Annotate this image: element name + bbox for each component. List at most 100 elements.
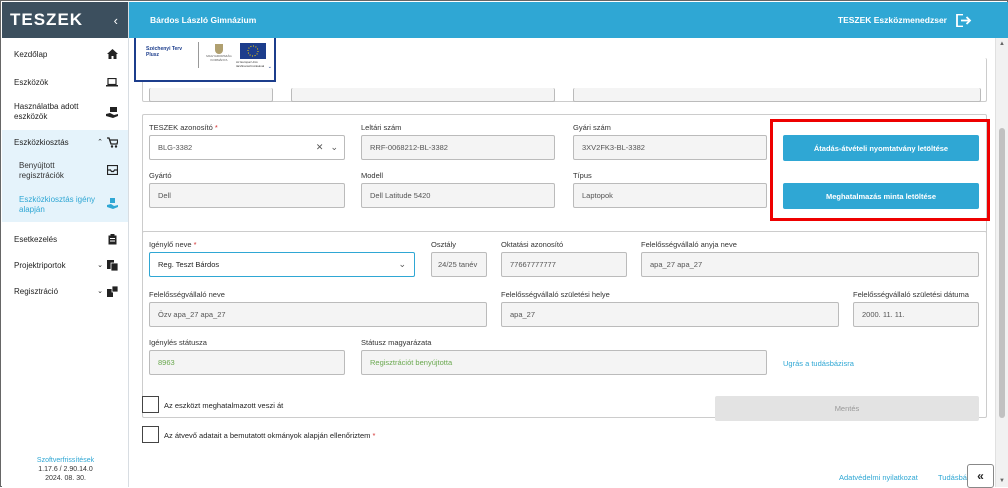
sidebar-item-label: Benyújtott regisztrációk (19, 161, 64, 180)
sidebar-item-icons: ⌃ (97, 136, 118, 148)
previous-field (149, 88, 273, 102)
sidebar-item-label: Projektriportok (14, 260, 66, 270)
teszek-id-select[interactable]: BLG-3382 ✕ ⌄ (149, 135, 345, 160)
guardian-name-field: Özv apa_27 apa_27 (149, 302, 487, 327)
applicant-name-label: Igénylő neve * (149, 240, 197, 249)
app-window: TESZEK ‹ Kezdőlap Eszközök Használatba a… (0, 0, 1008, 488)
guardian-birthdate-field: 2000. 11. 11. (853, 302, 979, 327)
privacy-link[interactable]: Adatvédelmi nyilatkozat (839, 473, 918, 482)
save-button[interactable]: Mentés (715, 396, 979, 421)
laptop-icon (106, 76, 118, 88)
previous-field (573, 88, 981, 102)
guardian-birthplace-field: apa_27 (501, 302, 839, 327)
sidebar-item-label: Regisztráció (14, 286, 59, 296)
sidebar-item-icons: ⌄ (97, 285, 118, 297)
model-field: Dell Latitude 5420 (361, 183, 555, 208)
guardian-name-label: Felelősségvállaló neve (149, 290, 225, 299)
home-icon (106, 48, 118, 60)
knowledge-base-link[interactable]: Ugrás a tudásbázisra (783, 359, 854, 368)
school-name: Bárdos László Gimnázium (150, 15, 257, 25)
applicant-name-select[interactable]: Reg. Teszt Bárdos ⌄ (149, 252, 415, 277)
scrollbar-thumb[interactable] (999, 128, 1005, 418)
szechenyi-logo: Széchenyi Terv Plusz (146, 46, 183, 58)
sidebar: TESZEK ‹ Kezdőlap Eszközök Használatba a… (2, 2, 129, 487)
scrollbar[interactable]: ▲ ▼ (995, 38, 1008, 487)
header-right: TESZEK Eszközmenedzser (837, 13, 972, 27)
highlight-box (770, 119, 990, 221)
guardian-mother-label: Felelősségvállaló anyja neve (641, 240, 737, 249)
applicant-name-value: Reg. Teszt Bárdos (158, 260, 220, 269)
software-updates-link[interactable]: Szoftverfrissítések (2, 456, 129, 465)
class-field: 24/25 tanév (431, 252, 487, 277)
sidebar-item-label: Esetkezelés (14, 234, 58, 244)
status-desc-label: Státusz magyarázata (361, 338, 432, 347)
eu-text: Az Európai Unió társfinanszírozásával (236, 60, 265, 68)
previous-field (291, 88, 555, 102)
knowledge-base-footer-link[interactable]: Tudásbá (938, 473, 967, 482)
type-label: Típus (573, 171, 592, 180)
status-label: Igénylés státusza (149, 338, 207, 347)
chevron-down-icon: ⌄ (97, 262, 103, 269)
edu-id-field: 77667777777 (501, 252, 627, 277)
sidebar-item-eszkozkiosztas[interactable]: Eszközkiosztás ⌃ (2, 130, 128, 154)
authorized-checkbox[interactable] (142, 396, 159, 413)
chevron-down-icon[interactable]: ⌄ (330, 142, 338, 153)
inventory-label: Leltári szám (361, 123, 402, 132)
status-field: 8963 (149, 350, 345, 375)
chevron-up-icon: ⌃ (97, 139, 103, 146)
sidebar-item-hasznalatba-adott[interactable]: Használatba adott eszközök (2, 94, 128, 130)
version-text: 1.17.6 / 2.90.14.0 (38, 466, 93, 473)
double-chevron-down-icon[interactable]: ⌄ (268, 64, 272, 70)
inventory-field: RRF-0068212-BL-3382 (361, 135, 555, 160)
verified-checkbox[interactable] (142, 426, 159, 443)
ministry-logo: MAGYARORSZÁG KORMÁNYA (202, 44, 236, 62)
guardian-birthdate-label: Felelősségvállaló születési dátuma (853, 290, 969, 299)
funding-logos: Széchenyi Terv Plusz MAGYARORSZÁG KORMÁN… (134, 38, 276, 82)
guardian-birthplace-label: Felelősségvállaló születési helye (501, 290, 610, 299)
edu-id-label: Oktatási azonosító (501, 240, 564, 249)
sidebar-item-label: Eszközkiosztás (14, 137, 69, 147)
hand-gift-icon (107, 198, 118, 212)
clear-icon[interactable]: ✕ (316, 142, 324, 153)
logout-icon[interactable] (956, 13, 972, 27)
sidebar-item-label: Kezdőlap (14, 49, 48, 59)
sidebar-item-benyujtott-regisztraciok[interactable]: Benyújtott regisztrációk (2, 154, 128, 188)
chevron-down-icon[interactable]: ⌄ (398, 259, 406, 270)
select-controls: ✕ ⌄ (316, 142, 338, 153)
version-date: 2024. 08. 30. (45, 475, 86, 482)
top-header: Bárdos László Gimnázium TESZEK Eszközmen… (129, 2, 1008, 38)
coat-of-arms-icon (215, 44, 223, 54)
collapse-button[interactable]: « (967, 464, 994, 488)
sidebar-item-esetkezeles[interactable]: Esetkezelés (2, 226, 128, 252)
chevron-down-icon: ⌄ (97, 288, 103, 295)
teszek-id-value: BLG-3382 (158, 143, 193, 152)
app-logo-title: TESZEK (10, 10, 84, 29)
sidebar-item-regisztracio[interactable]: Regisztráció ⌄ (2, 278, 128, 304)
sidebar-item-projektriportok[interactable]: Projektriportok ⌄ (2, 252, 128, 278)
scroll-up-icon[interactable]: ▲ (999, 41, 1005, 47)
clipboard-icon (106, 233, 118, 245)
eu-flag-icon (240, 43, 266, 59)
sidebar-item-eszkozkiosztas-igeny[interactable]: Eszközkiosztás igény alapján (2, 188, 128, 222)
cart-icon (106, 136, 118, 148)
serial-label: Gyári szám (573, 123, 611, 132)
app-name: TESZEK Eszközmenedzser (837, 15, 947, 25)
manufacturer-label: Gyártó (149, 171, 172, 180)
guardian-mother-field: apa_27 apa_27 (641, 252, 979, 277)
registration-icon (106, 285, 118, 297)
hand-device-icon (106, 106, 118, 118)
model-label: Modell (361, 171, 384, 180)
manufacturer-field: Dell (149, 183, 345, 208)
sidebar-item-label: Használatba adott eszközök (14, 102, 79, 121)
sidebar-item-kezdolap[interactable]: Kezdőlap (2, 38, 128, 70)
scroll-down-icon[interactable]: ▼ (999, 478, 1005, 484)
sidebar-item-label: Eszközök (14, 77, 49, 87)
sidebar-item-label: Eszközkiosztás igény alapján (19, 195, 96, 214)
double-chevron-left-icon: « (977, 469, 984, 483)
teszek-id-label: TESZEK azonosító * (149, 123, 218, 132)
sidebar-item-eszkozok[interactable]: Eszközök (2, 70, 128, 94)
status-desc-field: Regisztrációt benyújtotta (361, 350, 767, 375)
sidebar-brand: TESZEK ‹ (2, 2, 128, 38)
report-icon (106, 259, 118, 271)
chevron-left-icon[interactable]: ‹ (114, 13, 118, 28)
